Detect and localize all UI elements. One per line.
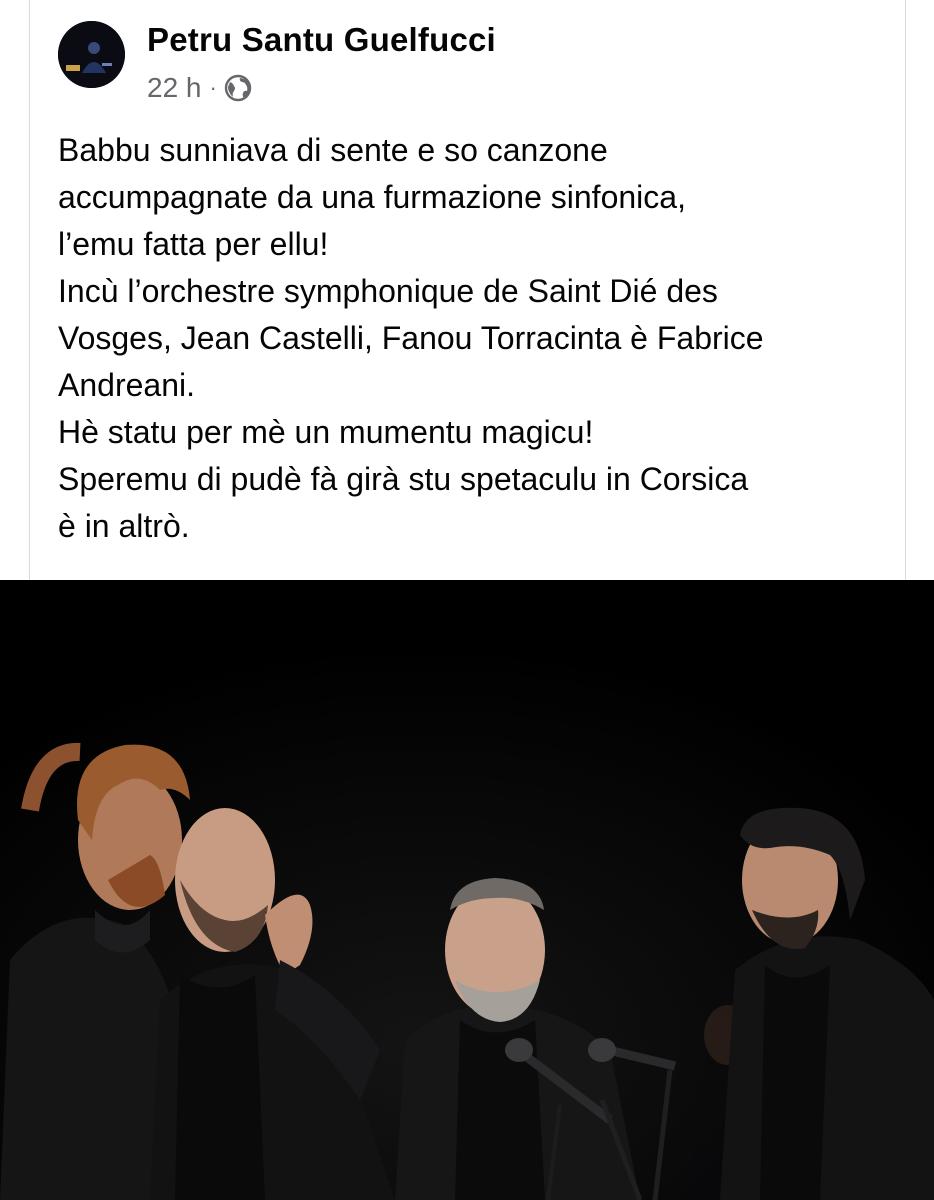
post-text-line: Babbu sunniava di sente e so canzone [58, 132, 608, 168]
post-text-line: Hè statu per mè un mumentu magicu! [58, 414, 594, 450]
post-text-line: accumpagnate da una furmazione sinfonica… [58, 179, 686, 215]
post-text-line: Andreani. [58, 367, 195, 403]
author-avatar[interactable] [58, 21, 125, 88]
post-meta: 22 h · [147, 70, 252, 106]
post-text-line: Incù l’orchestre symphonique de Saint Di… [58, 273, 718, 309]
post-text-line: è in altrò. [58, 508, 190, 544]
post-photo[interactable] [0, 580, 934, 1200]
post-text-line: l’emu fatta per ellu! [58, 226, 329, 262]
post-text-line: Speremu di pudè fà girà stu spetaculu in… [58, 461, 749, 497]
post-body: Babbu sunniava di sente e so canzone acc… [58, 127, 888, 550]
author-name[interactable]: Petru Santu Guelfucci [147, 21, 496, 59]
concert-photo-illustration [0, 580, 934, 1200]
post-text-line: Vosges, Jean Castelli, Fanou Torracinta … [58, 320, 764, 356]
post-timestamp[interactable]: 22 h [147, 72, 202, 104]
globe-icon[interactable] [224, 74, 252, 102]
meta-separator: · [209, 75, 217, 100]
avatar-image [58, 21, 125, 88]
